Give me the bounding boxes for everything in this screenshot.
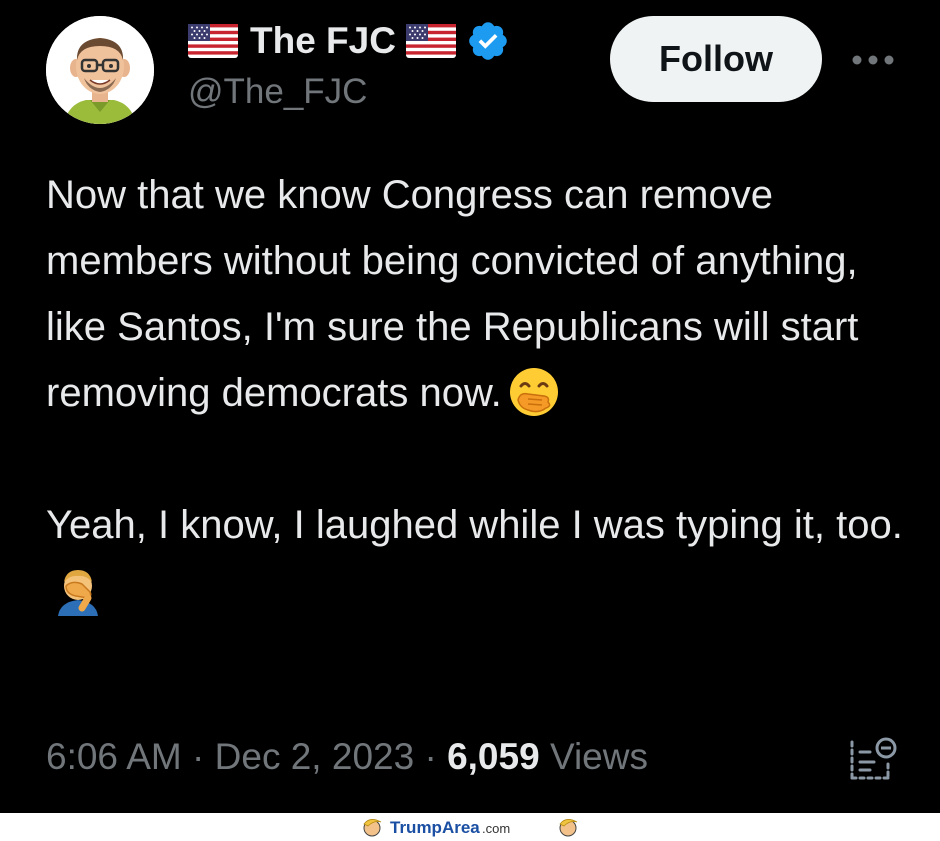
- author-handle[interactable]: @The_FJC: [188, 72, 367, 112]
- svg-text:TrumpArea: TrumpArea: [390, 818, 480, 837]
- author-display-name[interactable]: The FJC: [250, 20, 396, 62]
- author-name-row[interactable]: The FJC: [188, 18, 510, 64]
- tweet-paragraph-text: Now that we know Congress can remove mem…: [46, 173, 859, 415]
- views-label: Views: [549, 736, 648, 777]
- tweet-paragraph-text: Yeah, I know, I laughed while I was typi…: [46, 503, 903, 547]
- tweet-text: Now that we know Congress can remove mem…: [46, 162, 916, 624]
- more-options-button[interactable]: [848, 40, 898, 80]
- tweet-date[interactable]: Dec 2, 2023: [215, 736, 415, 777]
- views-count: 6,059: [447, 736, 550, 777]
- meta-separator: ·: [192, 736, 215, 777]
- tweet-paragraph: Yeah, I know, I laughed while I was typi…: [46, 492, 916, 624]
- face-with-hand-over-mouth-emoji: [508, 366, 560, 418]
- tweet-paragraph: Now that we know Congress can remove mem…: [46, 162, 916, 426]
- follow-button[interactable]: Follow: [610, 16, 822, 102]
- man-facepalming-emoji: [52, 564, 104, 616]
- tweet-meta-row: 6:06 AM · Dec 2, 2023 · 6,059 Views: [46, 736, 648, 778]
- meta-separator: ·: [424, 736, 448, 777]
- us-flag-icon: [405, 24, 456, 58]
- analytics-icon[interactable]: [844, 734, 900, 786]
- us-flag-icon: [188, 24, 238, 58]
- tweet-time[interactable]: 6:06 AM: [46, 736, 182, 777]
- trump-cartoon-icon: [363, 819, 382, 837]
- site-watermark: TrumpArea .com: [0, 813, 940, 841]
- cartoon-man-avatar-icon: [46, 16, 154, 124]
- more-horizontal-icon: [852, 55, 894, 65]
- svg-text:.com: .com: [482, 821, 510, 836]
- verified-badge-icon[interactable]: [466, 19, 510, 63]
- tweet-card: The FJC @The_FJC Follow Now that we know…: [0, 0, 940, 813]
- trumparea-watermark-logo: TrumpArea .com: [363, 818, 578, 837]
- author-avatar[interactable]: [46, 16, 154, 124]
- trump-cartoon-icon: [559, 819, 578, 837]
